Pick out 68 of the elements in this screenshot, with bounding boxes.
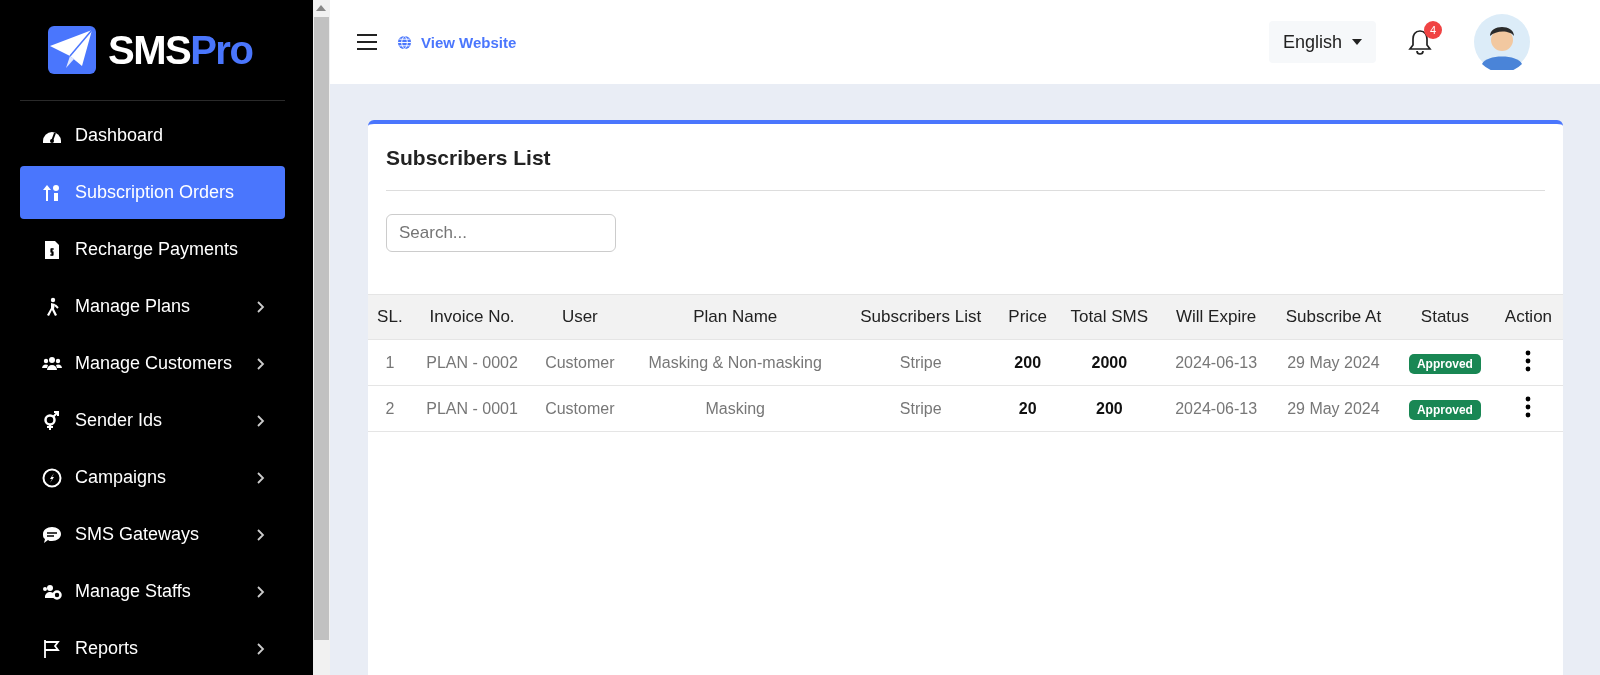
more-options-icon[interactable] — [1525, 349, 1532, 372]
table-cell: 2 — [368, 385, 412, 432]
invoice-dollar-icon — [42, 239, 62, 260]
chevron-right-icon — [257, 642, 265, 655]
table-cell: 29 May 2024 — [1270, 339, 1396, 386]
column-header: Subscribers List — [843, 294, 999, 340]
column-header: Subscribe At — [1270, 294, 1396, 340]
table-cell: PLAN - 0002 — [411, 339, 533, 386]
brand-logo-text: SMSPro — [108, 27, 253, 73]
table-cell: Stripe — [843, 385, 999, 432]
column-header: Status — [1396, 294, 1494, 340]
table-cell: 200 — [998, 339, 1058, 386]
search-field[interactable]: Search... — [386, 214, 616, 252]
table-cell: 29 May 2024 — [1270, 385, 1396, 432]
table-cell: 200 — [1057, 385, 1162, 432]
column-header: Total SMS — [1057, 294, 1162, 340]
status-badge: Approved — [1408, 353, 1481, 374]
sidebar-item[interactable]: Subscription Orders — [20, 166, 285, 219]
column-header: Invoice No. — [411, 294, 533, 340]
column-header: Action — [1493, 294, 1563, 340]
sidebar-item[interactable]: Reports — [20, 622, 285, 675]
caret-icon — [1352, 39, 1362, 45]
table-cell: 2000 — [1057, 339, 1162, 386]
scrollbar[interactable] — [313, 0, 330, 675]
table-cell: 2024-06-13 — [1161, 339, 1271, 386]
table-cell: Customer — [532, 339, 628, 386]
sidebar-item[interactable]: Manage Staffs — [20, 565, 285, 618]
column-header: Plan Name — [627, 294, 844, 340]
sms-bubble-icon — [42, 524, 62, 545]
chevron-right-icon — [257, 471, 265, 484]
sidebar-item[interactable]: Sender Ids — [20, 394, 285, 447]
scroll-up-arrow-icon[interactable] — [316, 5, 326, 11]
table-cell: 20 — [998, 385, 1058, 432]
chevron-right-icon — [257, 528, 265, 541]
paper-plane-logo-icon — [48, 26, 96, 75]
card-title: Subscribers List — [386, 145, 552, 171]
status-badge: Approved — [1408, 399, 1481, 420]
chevron-right-icon — [257, 414, 265, 427]
sidebar-item[interactable]: SMS Gateways — [20, 508, 285, 561]
chevron-right-icon — [257, 585, 265, 598]
avatar-icon[interactable] — [1474, 14, 1530, 70]
table-cell: Masking & Non-masking — [627, 339, 844, 386]
column-header: Price — [998, 294, 1058, 340]
gender-symbol-icon — [42, 410, 62, 431]
sidebar-item[interactable]: Manage Customers — [20, 337, 285, 390]
globe-icon — [397, 34, 412, 50]
language-dropdown[interactable]: English — [1268, 21, 1376, 63]
column-header: User — [532, 294, 628, 340]
menu-icon[interactable] — [357, 34, 377, 50]
table-cell: 1 — [368, 339, 412, 386]
sidebar-item[interactable]: Manage Plans — [20, 280, 285, 333]
flag-icon — [42, 638, 62, 659]
sidebar-item[interactable]: Campaigns — [20, 451, 285, 504]
column-header: Will Expire — [1161, 294, 1271, 340]
table-cell: Stripe — [843, 339, 999, 386]
bell-icon[interactable] — [1408, 29, 1432, 55]
view-website-link[interactable]: View Website — [397, 33, 517, 51]
column-header: SL. — [368, 294, 412, 340]
more-options-icon[interactable] — [1525, 395, 1532, 418]
table-cell: PLAN - 0001 — [411, 385, 533, 432]
notification-count: 4 — [1424, 21, 1442, 39]
table-cell: 2024-06-13 — [1161, 385, 1271, 432]
sidebar-item[interactable]: Dashboard — [20, 109, 285, 162]
table-cell: Customer — [532, 385, 628, 432]
table-cell: Masking — [627, 385, 844, 432]
chevron-right-icon — [257, 300, 265, 313]
chevron-right-icon — [257, 357, 265, 370]
sidebar-item[interactable]: Recharge Payments — [20, 223, 285, 276]
